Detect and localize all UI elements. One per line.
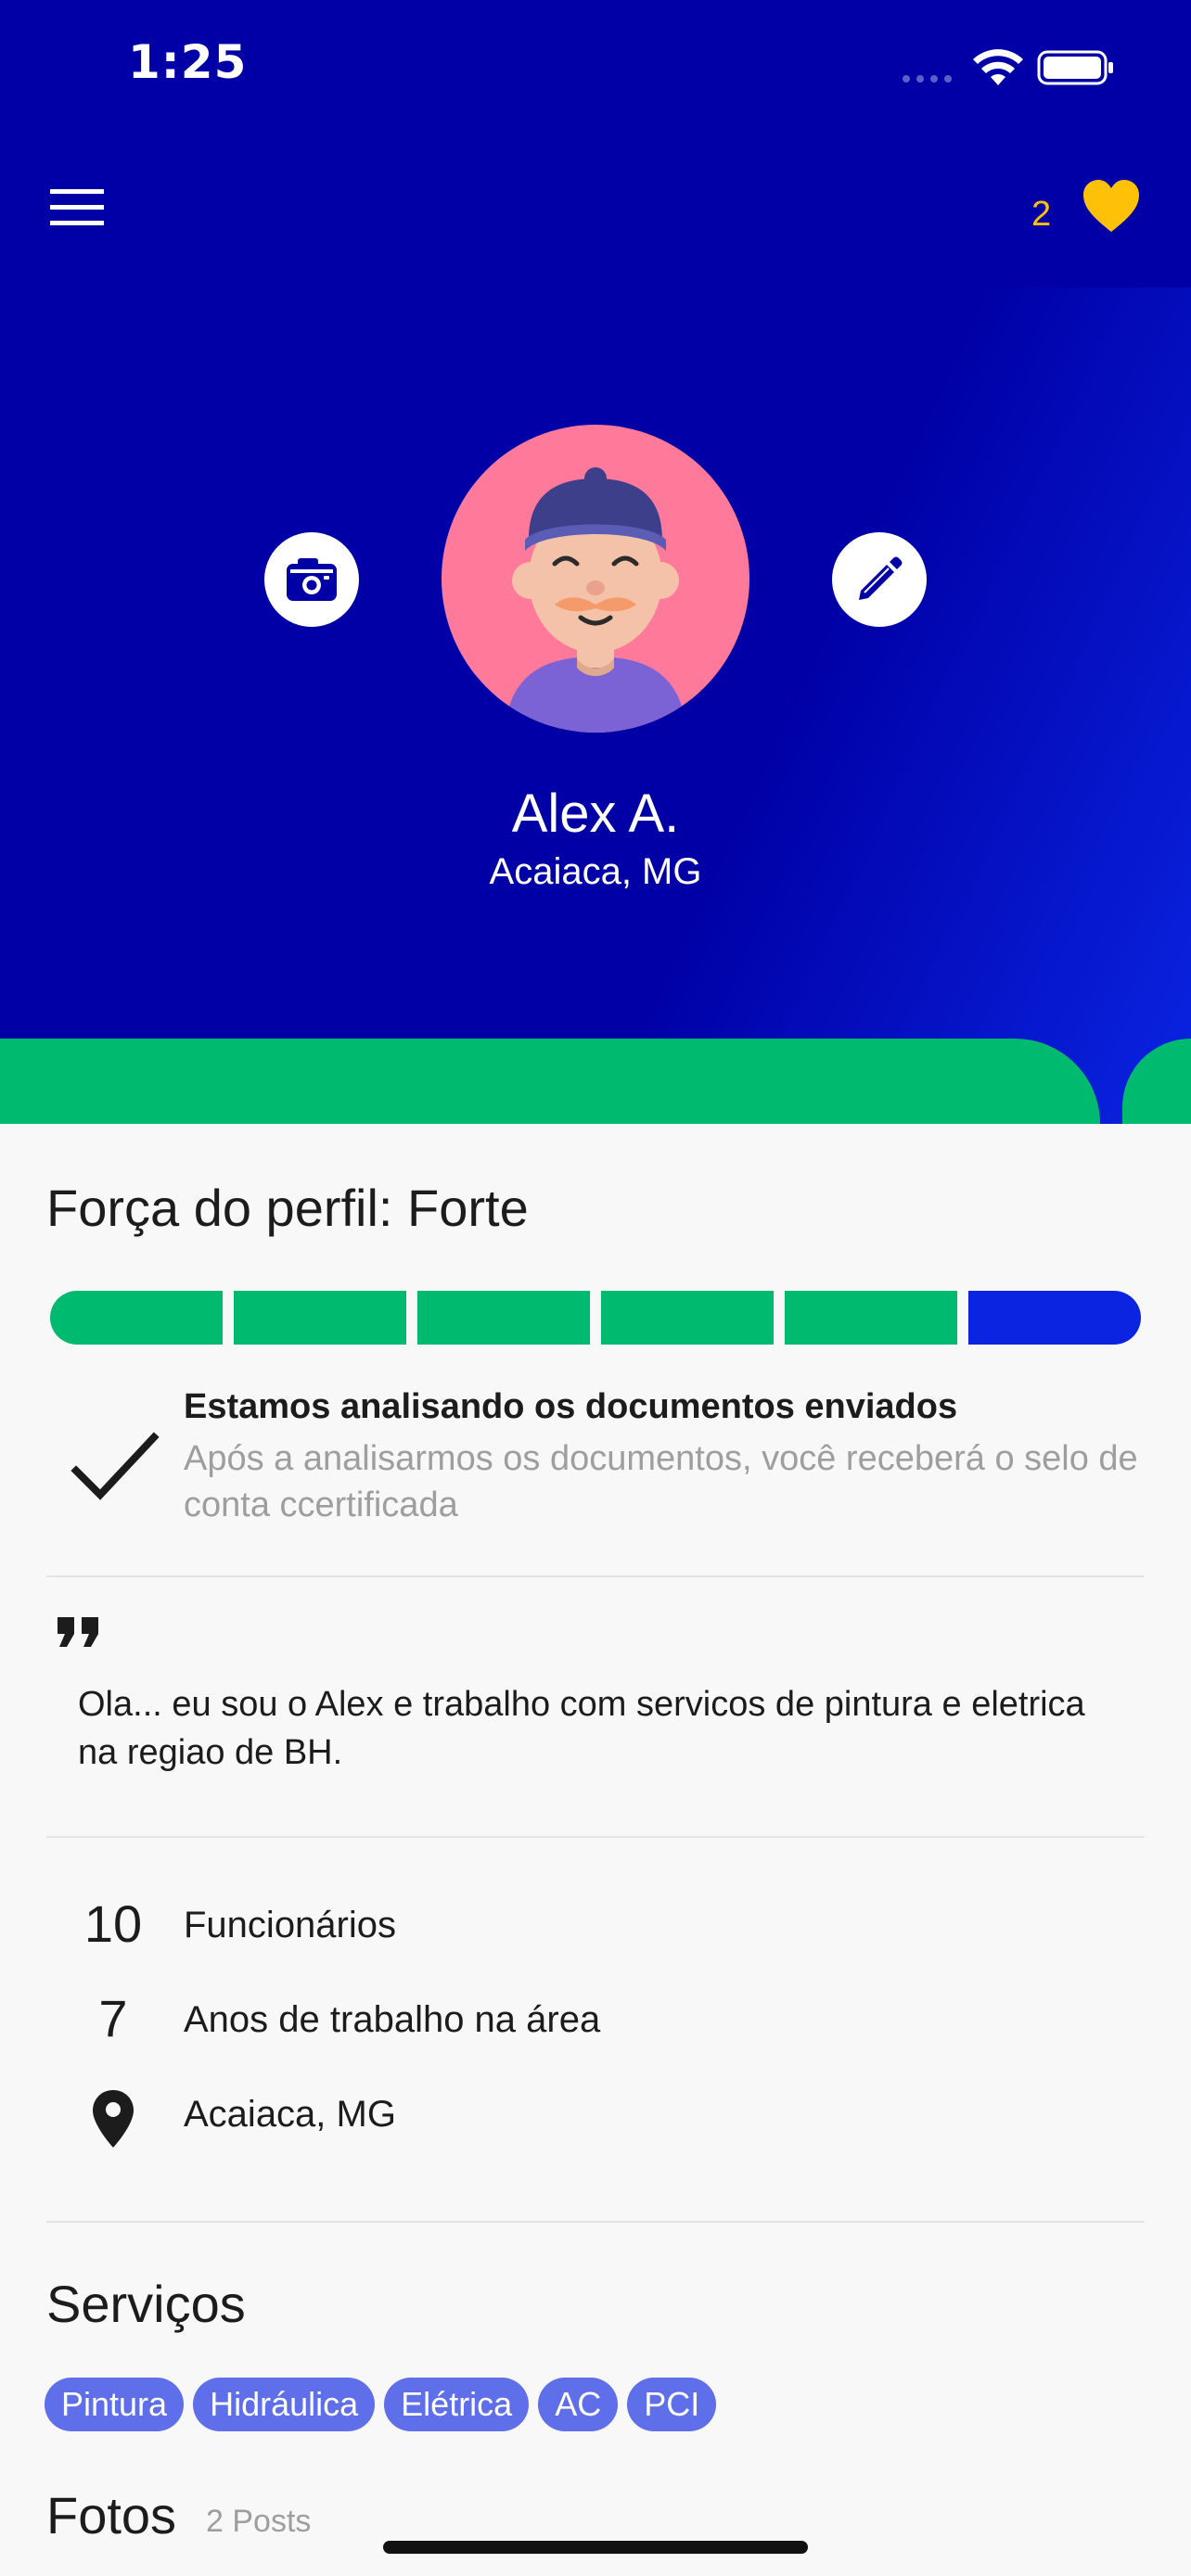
location-label: Acaiaca, MG	[184, 2094, 396, 2135]
strength-segment	[785, 1291, 957, 1345]
service-chip[interactable]: Hidráulica	[193, 2378, 376, 2431]
strength-segment	[234, 1291, 406, 1345]
app-bar: 2	[0, 130, 1191, 287]
profile-content: Força do perfil: Forte Estamos analisand…	[0, 1124, 1191, 2576]
photos-count: 2 Posts	[206, 2504, 312, 2539]
service-chip[interactable]: AC	[538, 2378, 619, 2431]
strength-segment	[968, 1291, 1141, 1345]
employees-label: Funcionários	[184, 1905, 397, 1945]
years-label: Anos de trabalho na área	[184, 1999, 601, 2040]
quote-icon	[58, 1617, 98, 1647]
verification-title: Estamos analisando os documentos enviado…	[184, 1387, 958, 1426]
strength-segment	[417, 1291, 590, 1345]
status-time: 1:25	[128, 35, 248, 89]
pencil-icon	[859, 556, 903, 600]
strength-segment	[601, 1291, 774, 1345]
favorites-count: 2	[1031, 195, 1052, 234]
profile-name: Alex A.	[511, 784, 680, 844]
heart-icon[interactable]	[1082, 178, 1141, 236]
menu-icon[interactable]	[50, 189, 104, 226]
edit-profile-button[interactable]	[832, 532, 927, 627]
divider	[46, 1836, 1145, 1838]
service-chip[interactable]: PCI	[627, 2378, 717, 2431]
camera-icon	[287, 558, 337, 601]
profile-strength-bar	[50, 1291, 1141, 1345]
bio-text: Ola... eu sou o Alex e trabalho com serv…	[78, 1685, 1085, 1772]
service-chip[interactable]: Pintura	[45, 2378, 185, 2431]
check-icon	[70, 1432, 160, 1500]
status-bar: 1:25	[0, 0, 1191, 130]
profile-location: Acaiaca, MG	[489, 851, 702, 892]
services-title: Serviços	[46, 2275, 246, 2333]
verification-description: Após a analisarmos os documentos, você r…	[184, 1439, 1138, 1524]
employees-count: 10	[83, 1894, 143, 1953]
home-indicator[interactable]	[383, 2541, 808, 2554]
avatar-illustration	[505, 467, 686, 733]
photos-title: Fotos	[46, 2486, 177, 2544]
wifi-icon	[973, 49, 1023, 85]
service-chip[interactable]: Elétrica	[384, 2378, 530, 2431]
profile-strength-title: Força do perfil: Forte	[46, 1179, 529, 1237]
change-photo-button[interactable]	[264, 532, 359, 627]
years-count: 7	[98, 1989, 128, 2047]
battery-icon	[1037, 50, 1113, 85]
avatar	[442, 425, 749, 733]
header-wave-corner	[1122, 1039, 1191, 1124]
divider	[46, 1575, 1145, 1577]
location-pin-icon	[93, 2090, 134, 2148]
signal-icon	[903, 75, 952, 83]
services-chips: Pintura Hidráulica Elétrica AC PCI	[45, 2378, 717, 2431]
strength-segment	[50, 1291, 223, 1345]
divider	[46, 2221, 1145, 2223]
header-wave	[0, 1039, 1100, 1124]
profile-header: Alex A. Acaiaca, MG	[0, 287, 1191, 1124]
